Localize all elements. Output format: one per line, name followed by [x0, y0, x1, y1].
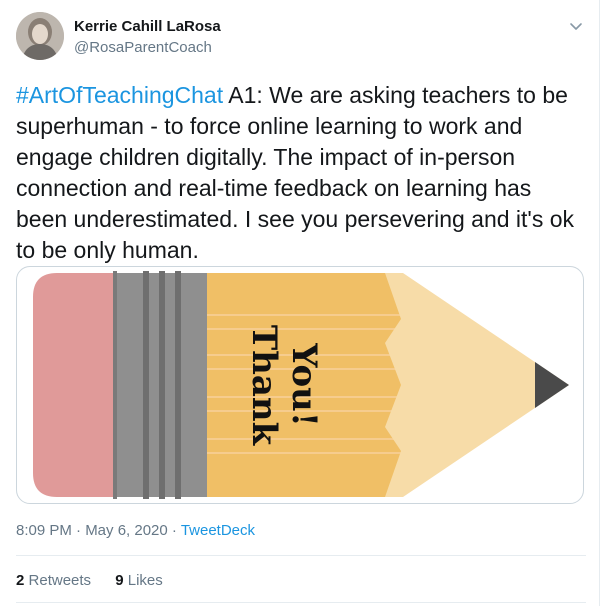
retweets-label: Retweets: [28, 572, 92, 589]
pencil-illustration: Thank You!: [33, 271, 569, 499]
likes-label: Likes: [127, 572, 163, 589]
tweet-media-image[interactable]: Thank You!: [16, 266, 584, 504]
divider: [16, 555, 586, 556]
author-name[interactable]: Kerrie Cahill LaRosa: [74, 18, 221, 35]
avatar[interactable]: [16, 12, 64, 60]
retweets-count: 2: [16, 572, 25, 589]
pencil-lead: [535, 362, 569, 408]
hashtag-link[interactable]: #ArtOfTeachingChat: [16, 82, 223, 108]
thank-text: Thank: [244, 325, 284, 447]
tweet-text: #ArtOfTeachingChat A1: We are asking tea…: [16, 80, 586, 266]
tweet-timestamp[interactable]: 8:09 PM · May 6, 2020 ·: [16, 522, 181, 539]
you-text: You!: [284, 342, 324, 427]
retweets-stat[interactable]: 2 Retweets: [16, 572, 91, 589]
tweet-body: A1: We are asking teachers to be superhu…: [16, 82, 575, 263]
tweet-meta: 8:09 PM · May 6, 2020 · TweetDeck: [16, 522, 255, 539]
tweet-stats: 2 Retweets 9 Likes: [16, 572, 183, 589]
pencil-eraser: [33, 273, 117, 497]
tweet-card: Kerrie Cahill LaRosa @RosaParentCoach #A…: [0, 0, 600, 606]
likes-count: 9: [115, 572, 124, 589]
tweet-source-link[interactable]: TweetDeck: [181, 522, 255, 539]
chevron-down-icon[interactable]: [566, 16, 586, 36]
avatar-photo: [16, 12, 64, 60]
likes-stat[interactable]: 9 Likes: [115, 572, 163, 589]
divider-bottom: [16, 602, 586, 603]
author-handle[interactable]: @RosaParentCoach: [74, 39, 212, 56]
